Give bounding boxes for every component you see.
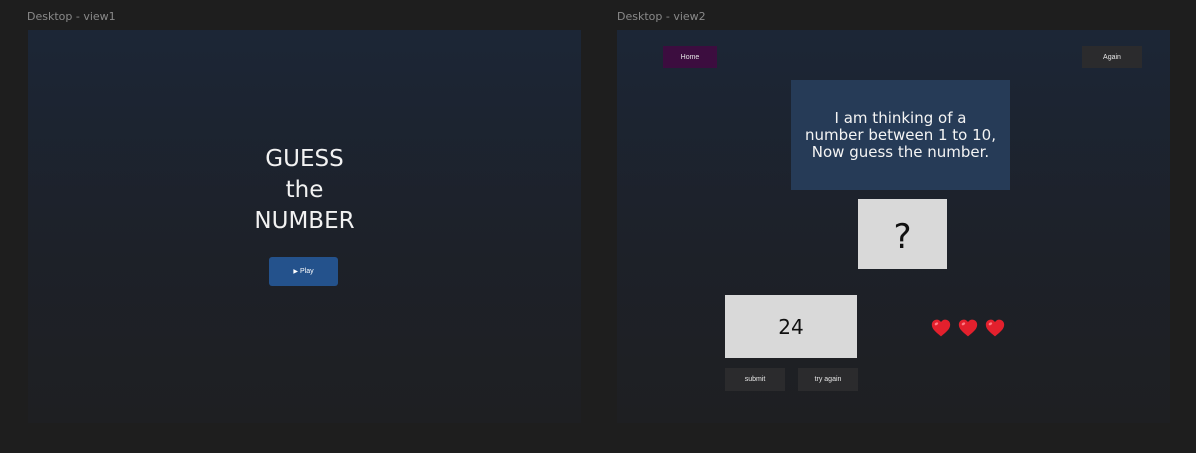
frame-label-view2: Desktop - view2 <box>617 10 706 23</box>
play-button[interactable]: ▶ Play <box>269 257 338 286</box>
desktop-view2-frame: Home Again I am thinking of a number bet… <box>617 30 1170 423</box>
lives-indicator <box>931 318 1005 338</box>
secret-number-box: ? <box>858 199 947 269</box>
frame-label-view1: Desktop - view1 <box>27 10 116 23</box>
title-line-the: the <box>285 177 324 203</box>
submit-button[interactable]: submit <box>725 368 785 391</box>
heart-icon <box>931 319 951 337</box>
instruction-message: I am thinking of a number between 1 to 1… <box>791 80 1010 190</box>
guess-input[interactable] <box>725 295 857 358</box>
try-again-button[interactable]: try again <box>798 368 858 391</box>
desktop-view1-frame: GUESS the NUMBER ▶ Play <box>28 30 581 423</box>
title-line-guess: GUESS <box>265 146 344 172</box>
play-icon: ▶ <box>293 269 298 275</box>
home-button[interactable]: Home <box>663 46 717 68</box>
again-button[interactable]: Again <box>1082 46 1142 68</box>
title-line-number: NUMBER <box>254 208 355 234</box>
play-button-label: Play <box>300 268 314 275</box>
game-title: GUESS the NUMBER <box>28 144 581 237</box>
heart-icon <box>985 319 1005 337</box>
heart-icon <box>958 319 978 337</box>
